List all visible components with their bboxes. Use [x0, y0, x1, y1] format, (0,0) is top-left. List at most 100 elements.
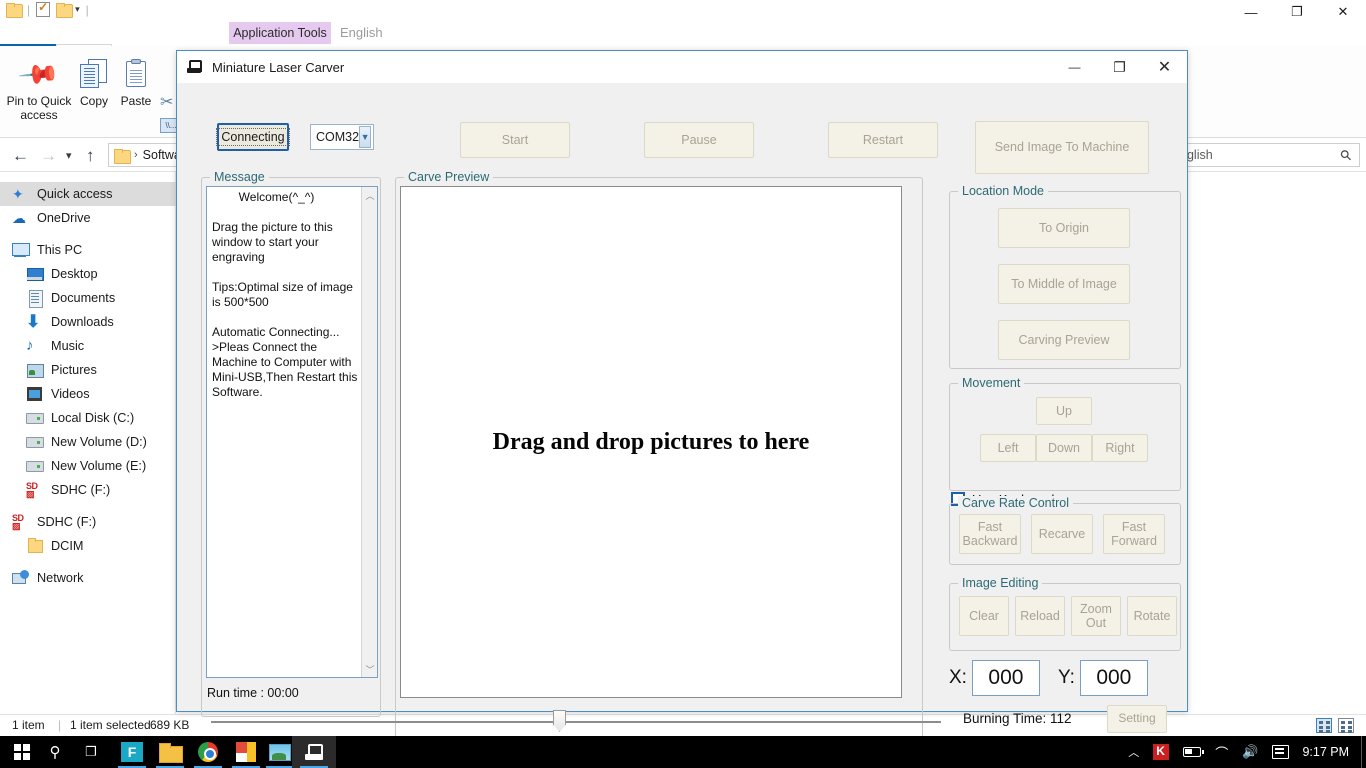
action-center-icon[interactable] — [1272, 745, 1289, 759]
sidebar-item-new-volume-d[interactable]: New Volume (D:) — [0, 430, 176, 454]
sidebar-item-downloads[interactable]: ⬇Downloads — [0, 310, 176, 334]
start-button[interactable]: Start — [460, 122, 570, 158]
copy-button[interactable]: Copy — [74, 54, 114, 108]
taskbar-search-button[interactable]: ⚲ — [38, 736, 72, 768]
setting-button[interactable]: Setting — [1107, 705, 1167, 733]
sidebar-item-quick-access[interactable]: ✦Quick access — [0, 182, 176, 206]
volume-icon[interactable]: 🔊 — [1242, 744, 1258, 760]
folder-icon — [26, 538, 44, 554]
fast-forward-button[interactable]: Fast Forward — [1103, 514, 1165, 554]
com-port-select[interactable]: COM32 ▼ — [310, 124, 374, 150]
sidebar-item-onedrive[interactable]: ☁OneDrive — [0, 206, 176, 230]
connect-button[interactable]: Connecting — [217, 123, 289, 151]
forward-button[interactable]: → — [40, 146, 57, 166]
battery-icon[interactable] — [1183, 747, 1201, 757]
sidebar-item-label: New Volume (D:) — [51, 435, 147, 449]
sd-card-icon: SD▨ — [12, 514, 30, 530]
carve-rate-control-group: Carve Rate Control Fast Backward Recarve… — [949, 503, 1181, 565]
sidebar-item-pictures[interactable]: Pictures — [0, 358, 176, 382]
app-close-button[interactable]: ✕ — [1142, 51, 1187, 83]
move-right-button[interactable]: Right — [1092, 434, 1148, 462]
location-mode-group-title: Location Mode — [958, 184, 1048, 198]
reload-button[interactable]: Reload — [1015, 596, 1065, 636]
details-view-icon[interactable] — [1316, 718, 1332, 733]
breadcrumb-chevron-icon[interactable]: › — [134, 149, 138, 161]
fast-backward-button[interactable]: Fast Backward — [959, 514, 1021, 554]
documents-icon — [26, 290, 44, 306]
search-icon[interactable]: ⚲ — [1336, 146, 1355, 165]
taskbar-app-laser-carver[interactable] — [292, 736, 336, 768]
task-view-button[interactable]: ❐ — [74, 736, 108, 768]
sd-card-icon: SD▨ — [26, 482, 44, 498]
recent-locations-button[interactable]: ▾ — [66, 149, 72, 162]
y-input[interactable]: 000 — [1080, 660, 1148, 696]
sidebar-item-label: New Volume (E:) — [51, 459, 146, 473]
wifi-icon[interactable]: ⌒ — [1215, 743, 1228, 762]
address-folder-icon — [114, 149, 129, 162]
quick-access-toolbar: | ▾ | — [6, 2, 89, 17]
pause-button[interactable]: Pause — [644, 122, 754, 158]
show-desktop-button[interactable] — [1361, 736, 1366, 768]
large-icons-view-icon[interactable] — [1338, 718, 1354, 733]
recarve-button[interactable]: Recarve — [1031, 514, 1093, 554]
carving-preview-button[interactable]: Carving Preview — [998, 320, 1130, 360]
app-minimize-button[interactable]: — — [1052, 51, 1097, 83]
sidebar-item-label: OneDrive — [37, 211, 91, 225]
send-image-to-machine-button[interactable]: Send Image To Machine — [975, 121, 1149, 174]
to-middle-of-image-button[interactable]: To Middle of Image — [998, 264, 1130, 304]
file-explorer-icon — [159, 742, 181, 762]
clear-button[interactable]: Clear — [959, 596, 1009, 636]
disk-icon — [26, 434, 44, 450]
sidebar-item-local-disk-c[interactable]: Local Disk (C:) — [0, 406, 176, 430]
sidebar-item-sdhc-f[interactable]: SD▨SDHC (F:) — [0, 510, 176, 534]
x-input[interactable]: 000 — [972, 660, 1040, 696]
sidebar-item-label: Downloads — [51, 315, 114, 329]
pin-to-quick-access-button[interactable]: 📌 Pin to Quick access — [6, 54, 72, 122]
sidebar-item-documents[interactable]: Documents — [0, 286, 176, 310]
pin-to-quick-access-label: Pin to Quick access — [6, 94, 72, 122]
sidebar-item-dcim[interactable]: DCIM — [0, 534, 176, 558]
new-folder-icon[interactable] — [56, 3, 71, 16]
sidebar-item-music[interactable]: ♪Music — [0, 334, 176, 358]
taskbar: ⚲ ❐ F ︿ ⌒ 🔊 — [0, 736, 1366, 768]
x-label: X: — [949, 667, 967, 689]
foxit-icon: F — [121, 742, 143, 762]
to-origin-button[interactable]: To Origin — [998, 208, 1130, 248]
progress-slider[interactable] — [211, 708, 941, 734]
show-hidden-icons-button[interactable]: ︿ — [1128, 744, 1139, 760]
message-scrollbar[interactable]: ︿ ﹀ — [361, 187, 377, 677]
clock[interactable]: 9:17 PM — [1302, 745, 1349, 759]
scroll-down-icon[interactable]: ﹀ — [362, 661, 378, 677]
sidebar-item-videos[interactable]: Videos — [0, 382, 176, 406]
chevron-down-icon[interactable]: ▼ — [359, 126, 371, 148]
move-down-button[interactable]: Down — [1036, 434, 1092, 462]
sidebar-item-new-volume-e[interactable]: New Volume (E:) — [0, 454, 176, 478]
move-left-button[interactable]: Left — [980, 434, 1036, 462]
chevron-down-icon[interactable]: ▾ — [75, 4, 80, 15]
status-divider: | — [58, 718, 61, 732]
message-log[interactable]: Welcome(^_^) Drag the picture to this wi… — [206, 186, 378, 678]
explorer-close-button[interactable]: ✕ — [1320, 0, 1366, 24]
back-button[interactable]: ← — [12, 146, 29, 166]
slider-thumb[interactable] — [553, 710, 566, 732]
sidebar-item-sdhc-f[interactable]: SD▨SDHC (F:) — [0, 478, 176, 502]
scroll-up-icon[interactable]: ︿ — [362, 187, 378, 203]
paste-button[interactable]: Paste — [118, 54, 154, 108]
location-mode-group: Location Mode To Origin To Middle of Ima… — [949, 191, 1181, 369]
move-up-button[interactable]: Up — [1036, 397, 1092, 425]
restart-button[interactable]: Restart — [828, 122, 938, 158]
folder-icon[interactable] — [6, 3, 21, 16]
properties-icon[interactable] — [36, 2, 50, 17]
explorer-minimize-button[interactable]: — — [1228, 0, 1274, 24]
image-drop-area[interactable]: Drag and drop pictures to here — [400, 186, 902, 698]
explorer-restore-button[interactable]: ❐ — [1274, 0, 1320, 24]
sidebar-item-label: Local Disk (C:) — [51, 411, 134, 425]
zoom-out-button[interactable]: Zoom Out — [1071, 596, 1121, 636]
kaspersky-icon[interactable] — [1153, 744, 1169, 760]
up-button[interactable]: ↑ — [86, 146, 95, 166]
sidebar-item-desktop[interactable]: Desktop — [0, 262, 176, 286]
sidebar-item-this-pc[interactable]: This PC — [0, 238, 176, 262]
app-maximize-button[interactable]: ❐ — [1097, 51, 1142, 83]
rotate-button[interactable]: Rotate — [1127, 596, 1177, 636]
sidebar-item-network[interactable]: Network — [0, 566, 176, 590]
